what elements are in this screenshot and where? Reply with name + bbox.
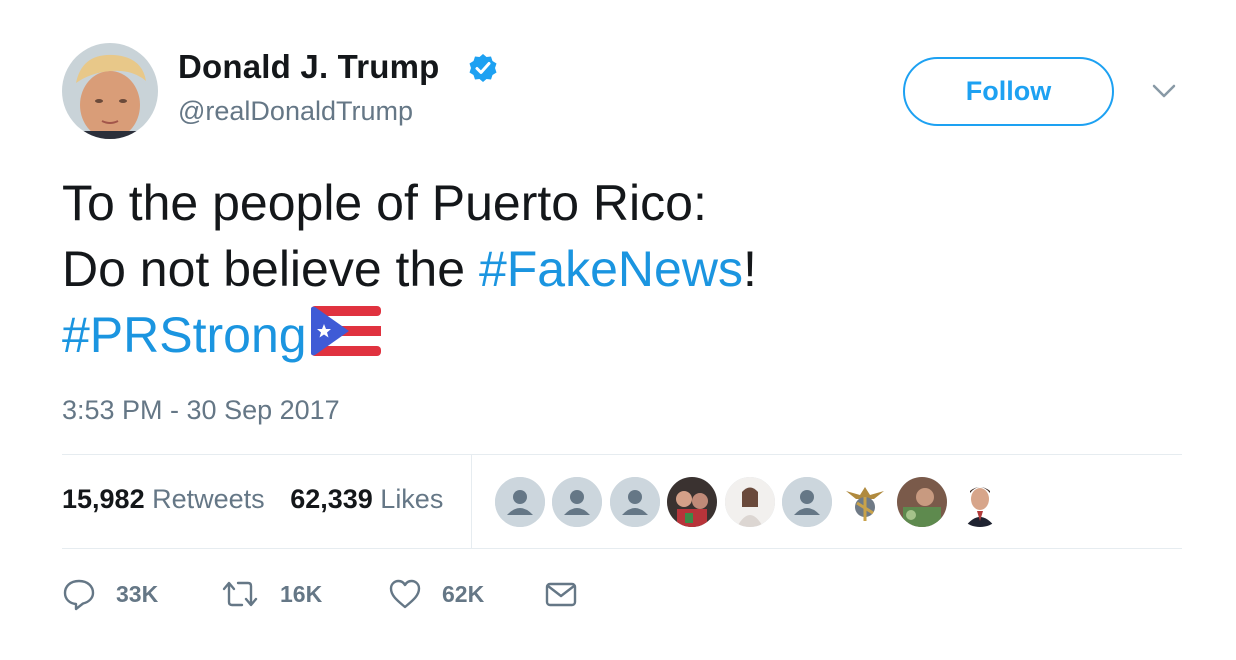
follow-button[interactable]: Follow — [903, 57, 1114, 126]
liker-avatar-default[interactable] — [782, 477, 832, 527]
likes-stat[interactable]: 62,339 Likes — [290, 484, 443, 515]
reply-button[interactable]: 33K — [62, 576, 158, 612]
tweet-line-3: #PRStrong — [62, 302, 757, 368]
reply-icon — [63, 579, 95, 611]
direct-message-button[interactable] — [544, 576, 578, 612]
author-handle[interactable]: @realDonaldTrump — [178, 96, 413, 127]
tweet-line-2-prefix: Do not believe the — [62, 241, 479, 297]
hashtag-fakenews-link[interactable]: #FakeNews — [479, 241, 743, 297]
tweet-timestamp[interactable]: 3:53 PM - 30 Sep 2017 — [62, 395, 340, 426]
liker-avatar-photo[interactable] — [955, 477, 1005, 527]
liker-avatar-emblem[interactable] — [840, 477, 890, 527]
stats-divider — [471, 455, 472, 548]
liker-avatar-photo[interactable] — [667, 477, 717, 527]
likes-count: 62,339 — [290, 484, 373, 514]
liker-avatar-default[interactable] — [552, 477, 602, 527]
heart-icon — [389, 579, 421, 609]
liker-avatar-default[interactable] — [610, 477, 660, 527]
chevron-down-icon[interactable] — [1150, 80, 1178, 102]
retweets-label: Retweets — [152, 484, 265, 514]
tweet-line-2: Do not believe the #FakeNews! — [62, 236, 757, 302]
liker-avatar-photo[interactable] — [897, 477, 947, 527]
like-button[interactable]: 62K — [388, 576, 484, 612]
divider — [62, 454, 1182, 455]
like-count: 62K — [442, 580, 485, 607]
tweet-text: To the people of Puerto Rico: Do not bel… — [62, 170, 757, 368]
author-avatar[interactable] — [62, 43, 158, 139]
tweet-card: Donald J. Trump @realDonaldTrump Follow … — [0, 0, 1236, 660]
divider — [62, 548, 1182, 549]
reply-count: 33K — [116, 580, 159, 607]
author-name[interactable]: Donald J. Trump — [178, 48, 440, 86]
liker-avatar-photo[interactable] — [725, 477, 775, 527]
liker-avatar-default[interactable] — [495, 477, 545, 527]
envelope-icon — [545, 582, 577, 607]
retweets-stat[interactable]: 15,982 Retweets — [62, 484, 265, 515]
tweet-line-2-suffix: ! — [742, 241, 757, 297]
retweet-icon — [222, 581, 258, 607]
puerto-rico-flag-icon — [310, 306, 381, 356]
retweets-count: 15,982 — [62, 484, 145, 514]
hashtag-prstrong-link[interactable]: #PRStrong — [62, 307, 307, 363]
tweet-stats: 15,982 Retweets 62,339 Likes — [62, 484, 461, 515]
tweet-line-1: To the people of Puerto Rico: — [62, 175, 707, 231]
verified-badge-icon — [469, 54, 497, 82]
retweet-button[interactable]: 16K — [220, 576, 322, 612]
likes-label: Likes — [380, 484, 444, 514]
retweet-count: 16K — [280, 580, 323, 607]
